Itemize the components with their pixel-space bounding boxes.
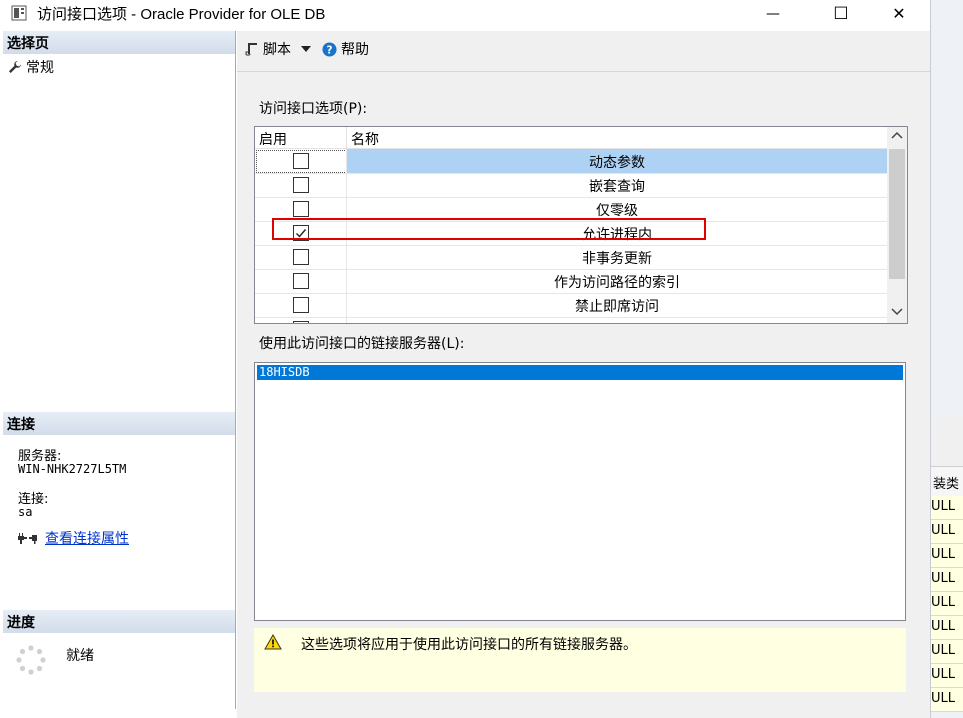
option-row[interactable]: 作为访问路径的索引 [255,269,887,294]
scroll-up-icon[interactable] [891,130,903,142]
option-row[interactable]: 非事务更新 [255,245,887,270]
grid-header: 启用 名称 [255,127,887,149]
background-cell-text: ULL [931,547,956,562]
option-name: 嵌套查询 [589,179,645,195]
background-window: 装类 ULL ULL ULL ULL ULL ULL ULL ULL ULL [930,0,963,718]
check-icon [296,229,307,238]
toolbar: 脚本 ? 帮助 [237,31,930,72]
progress-header: 进度 [3,610,235,633]
help-button[interactable]: ? 帮助 [322,39,369,59]
background-band [931,418,963,466]
background-column-header: 装类 [931,466,963,498]
background-cell: ULL [931,544,963,568]
background-cell-text: ULL [931,571,956,586]
main-panel: 脚本 ? 帮助 访问接口选项(P): 启用 名称 动态参数 嵌套查询 仅零级 允… [237,31,930,718]
background-cell-text: ULL [931,619,956,634]
option-row[interactable]: 禁止即席访问 [255,293,887,318]
enable-checkbox[interactable] [293,225,309,241]
progress-status: 就绪 [66,648,94,664]
background-cell-text: ULL [931,691,956,706]
provider-options-grid[interactable]: 启用 名称 动态参数 嵌套查询 仅零级 允许进程内 非事务更新 作为访问路径的索… [254,126,908,324]
minimize-icon: — [766,5,780,22]
page-item-general[interactable]: 常规 [8,58,54,76]
page-item-label: 常规 [26,60,54,76]
left-panel: 选择页 常规 连接 服务器: WIN-NHK2727L5TM 连接: sa 查看… [3,31,236,709]
script-button-label: 脚本 [263,42,291,58]
scrollbar-thumb[interactable] [889,149,905,279]
provider-options-label: 访问接口选项(P): [259,101,368,117]
background-cell: ULL [931,664,963,688]
progress-spinner-icon [16,645,46,675]
maximize-icon: ☐ [833,3,849,24]
connection-header: 连接 [3,412,235,435]
enable-checkbox[interactable] [293,153,309,169]
column-separator [346,127,347,148]
close-icon: ✕ [892,4,906,23]
warning-box: 这些选项将应用于使用此访问接口的所有链接服务器。 [254,628,906,692]
option-name: 作为访问路径的索引 [554,275,680,291]
view-connection-link[interactable]: 查看连接属性 [45,528,129,548]
title-bar: 访问接口选项 - Oracle Provider for OLE DB — ☐ … [0,0,930,27]
enable-checkbox[interactable] [293,201,309,217]
help-button-label: 帮助 [341,42,369,58]
window-title: 访问接口选项 - Oracle Provider for OLE DB [37,6,326,23]
app-icon [11,5,27,21]
option-name: 允许进程内 [582,227,652,243]
help-icon: ? [322,41,337,57]
enable-checkbox[interactable] [293,177,309,193]
warning-text: 这些选项将应用于使用此访问接口的所有链接服务器。 [301,637,637,653]
view-connection-properties[interactable]: 查看连接属性 [17,528,129,548]
options-scrollbar[interactable] [887,127,907,323]
background-cell: ULL [931,688,963,712]
background-cell: ULL [931,592,963,616]
script-button[interactable]: 脚本 [245,39,311,59]
background-cell: ULL [931,616,963,640]
background-cell-text: ULL [931,595,956,610]
warning-icon [264,634,282,650]
column-enabled[interactable]: 启用 [259,129,287,149]
enable-checkbox[interactable] [293,273,309,289]
enable-checkbox[interactable] [293,321,309,323]
server-value: WIN-NHK2727L5TM [18,462,127,476]
enable-checkbox[interactable] [293,297,309,313]
background-cell: ULL [931,496,963,520]
select-page-header-text: 选择页 [7,36,49,52]
option-name: 禁止即席访问 [575,299,659,315]
option-row[interactable]: 嵌套查询 [255,173,887,198]
chevron-down-icon[interactable] [301,45,311,53]
column-name[interactable]: 名称 [351,129,379,149]
progress-header-text: 进度 [7,615,35,631]
background-cell-text: ULL [931,523,956,538]
background-cell-text: ULL [931,499,956,514]
cell-separator [346,317,347,323]
option-row[interactable]: 仅零级 [255,197,887,222]
close-button[interactable]: ✕ [876,0,922,27]
connection-header-text: 连接 [7,417,35,433]
svg-text:?: ? [327,44,333,56]
select-page-header: 选择页 [3,31,235,54]
script-icon [245,43,257,56]
option-row[interactable]: 动态参数 [255,149,887,174]
background-cell-text: ULL [931,643,956,658]
background-cell: ULL [931,520,963,544]
connection-plug-icon [18,533,37,544]
maximize-button[interactable]: ☐ [818,0,864,27]
option-row[interactable]: 允许进程内 [255,221,887,246]
option-name: 仅零级 [596,203,638,219]
linked-servers-label: 使用此访问接口的链接服务器(L): [259,336,465,352]
wrench-icon [9,61,21,73]
minimize-button[interactable]: — [750,0,796,27]
background-cell: ULL [931,640,963,664]
scroll-down-icon[interactable] [891,305,903,317]
background-cell-text: ULL [931,667,956,682]
enable-checkbox[interactable] [293,249,309,265]
option-name: 非事务更新 [582,251,652,267]
connection-value: sa [18,505,33,519]
option-row-partial[interactable] [255,317,887,323]
linked-servers-list[interactable]: 18HISDB [254,362,906,621]
background-header-text: 装类 [933,477,960,492]
background-cell: ULL [931,568,963,592]
linked-server-item[interactable]: 18HISDB [257,365,903,380]
option-name: 动态参数 [589,155,645,171]
